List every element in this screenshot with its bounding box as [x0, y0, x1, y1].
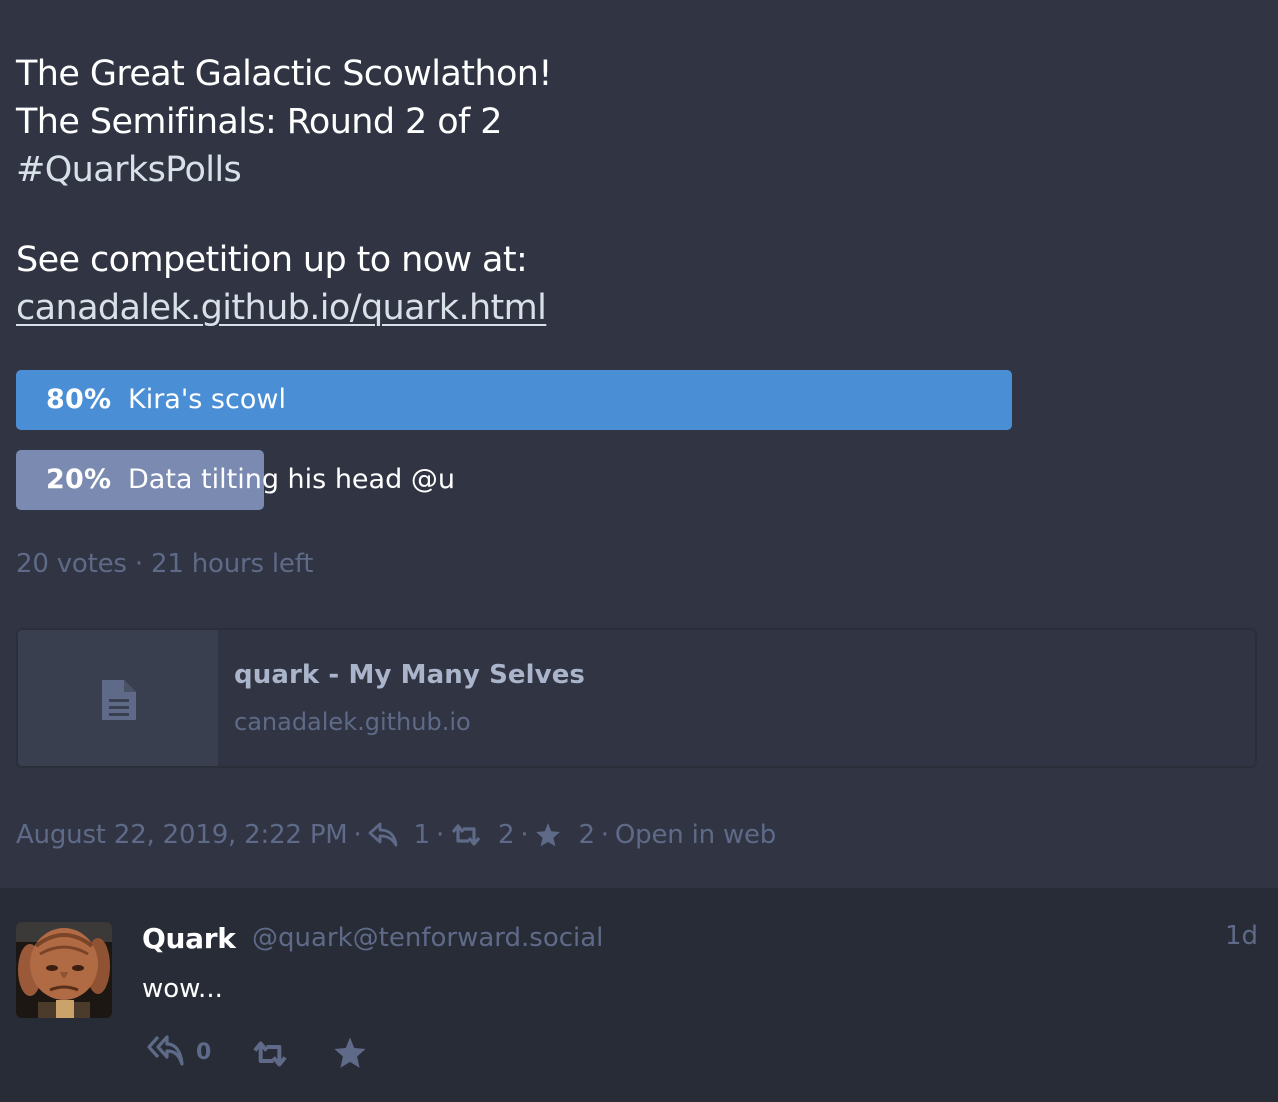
poll-option-2-label: Data tilting his head @u — [128, 464, 455, 495]
avatar[interactable] — [16, 922, 112, 1018]
status-content: The Great Galactic Scowlathon! The Semif… — [16, 50, 1216, 332]
star-icon[interactable] — [332, 1036, 368, 1070]
reply-count: 0 — [196, 1040, 212, 1065]
competition-link[interactable]: canadalek.github.io/quark.html — [16, 288, 547, 328]
separator: · — [435, 820, 445, 850]
detailed-status: The Great Galactic Scowlathon! The Semif… — [0, 0, 1278, 888]
account-handle[interactable]: @quark@tenforward.social — [252, 923, 603, 953]
separator: · — [520, 820, 529, 850]
reply-status: Quark @quark@tenforward.social 1d wow...… — [0, 888, 1278, 1102]
reblog-count: 2 — [498, 820, 515, 850]
file-icon — [102, 680, 136, 720]
status-line-round: The Semifinals: Round 2 of 2 — [16, 102, 503, 142]
favourite-count: 2 — [578, 820, 595, 850]
reply-content: wow... — [142, 974, 223, 1004]
card-title: quark - My Many Selves — [234, 660, 586, 690]
link-preview-card[interactable]: quark - My Many Selves canadalek.github.… — [16, 628, 1257, 768]
hashtag-link[interactable]: #QuarksPolls — [16, 150, 242, 190]
poll-option-1-label: Kira's scowl — [128, 384, 286, 415]
card-host: canadalek.github.io — [234, 708, 471, 736]
poll-option-2: 20% Data tilting his head @u — [16, 450, 1216, 510]
status-detail-bar: August 22, 2019, 2:22 PM · 1 · 2 · 2 · O… — [16, 820, 776, 850]
poll-option-2-percent: 20% — [46, 464, 112, 495]
reblog-icon[interactable] — [250, 1040, 290, 1068]
card-thumbnail — [18, 630, 218, 766]
poll-option-1-percent: 80% — [46, 384, 112, 415]
separator: · — [600, 820, 609, 850]
status-line-title: The Great Galactic Scowlathon! — [16, 54, 552, 94]
poll-option-1: 80% Kira's scowl — [16, 370, 1216, 430]
open-in-web-link[interactable]: Open in web — [615, 820, 776, 850]
reply-all-icon[interactable] — [146, 1034, 186, 1070]
status-line-see: See competition up to now at: — [16, 240, 528, 280]
star-icon — [536, 823, 561, 847]
status-timestamp[interactable]: August 22, 2019, 2:22 PM — [16, 820, 348, 850]
separator: · — [353, 820, 362, 850]
display-name[interactable]: Quark — [142, 922, 236, 955]
reply-count: 1 — [413, 820, 431, 850]
reply-icon — [368, 822, 398, 847]
reblog-icon — [451, 824, 481, 846]
relative-time[interactable]: 1d — [1225, 921, 1258, 951]
poll-footer: 20 votes · 21 hours left — [16, 549, 314, 579]
